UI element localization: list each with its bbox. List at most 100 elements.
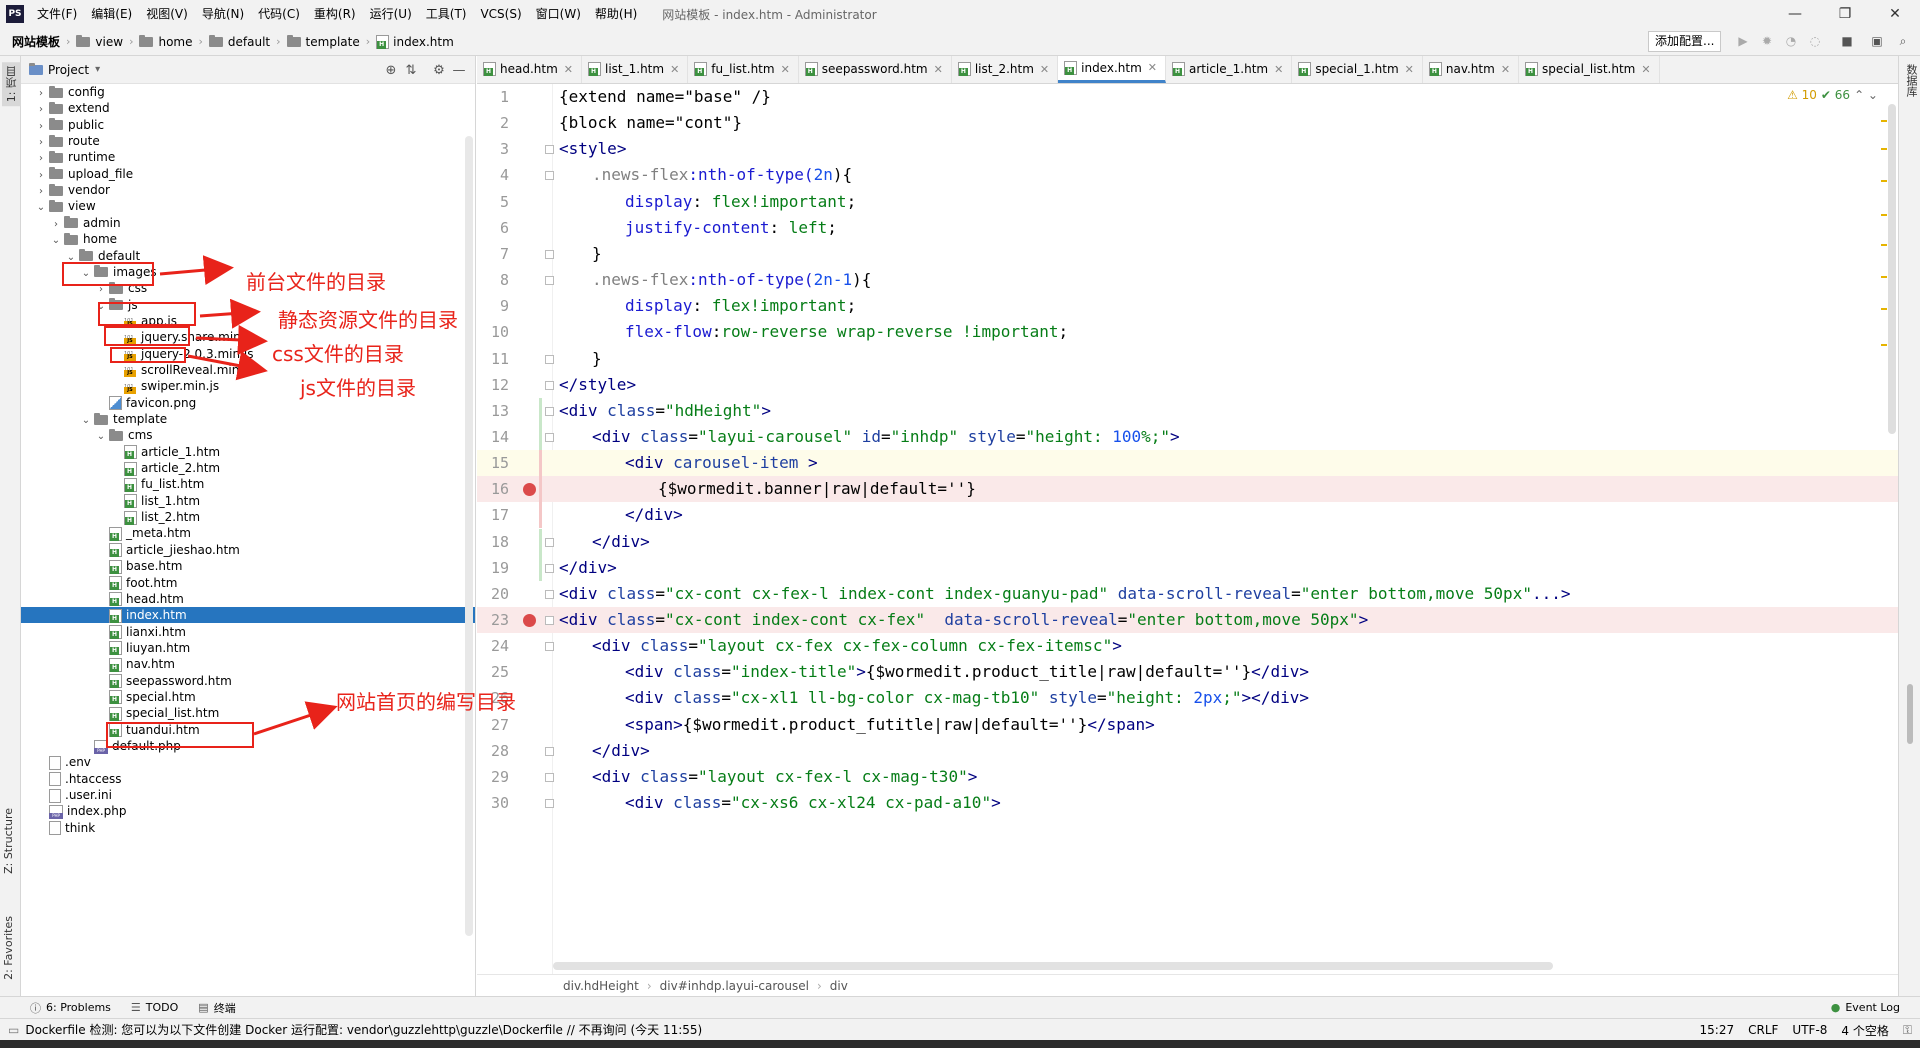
fold-icon[interactable] bbox=[545, 249, 554, 259]
editor-tab[interactable]: index.htm ✕ bbox=[1058, 56, 1166, 83]
caret-position[interactable]: 15:27 bbox=[1700, 1023, 1735, 1037]
code-breadcrumb-item[interactable]: div.hdHeight bbox=[563, 979, 639, 993]
line-number[interactable]: 17 bbox=[477, 502, 509, 528]
code-line[interactable]: 27 <span>{$wormedit.product_futitle|raw|d… bbox=[477, 712, 1898, 738]
tree-item[interactable]: ⌄ cms bbox=[21, 427, 475, 443]
close-icon[interactable]: ✕ bbox=[564, 63, 573, 76]
line-number[interactable]: 29 bbox=[477, 764, 509, 790]
code-line[interactable]: 17 </div> bbox=[477, 502, 1898, 529]
tree-item[interactable]: list_1.htm bbox=[21, 493, 475, 509]
tree-item[interactable]: head.htm bbox=[21, 591, 475, 607]
tree-item[interactable]: › css bbox=[21, 280, 475, 296]
fold-icon[interactable] bbox=[545, 171, 554, 181]
close-icon[interactable]: ✕ bbox=[1148, 61, 1157, 74]
fold-icon[interactable] bbox=[545, 746, 554, 756]
tree-item[interactable]: › runtime bbox=[21, 149, 475, 165]
editor-tab[interactable]: fu_list.htm ✕ bbox=[688, 56, 799, 83]
project-title[interactable]: Project bbox=[48, 63, 89, 77]
code-breadcrumb-item[interactable]: div#inhdp.layui-carousel bbox=[660, 979, 809, 993]
line-number[interactable]: 1 bbox=[477, 84, 509, 110]
editor-tab[interactable]: seepassword.htm ✕ bbox=[799, 56, 952, 83]
code-line[interactable]: 12 </style> bbox=[477, 372, 1898, 398]
editor-tab[interactable]: special_1.htm ✕ bbox=[1292, 56, 1423, 83]
code-line[interactable]: 28 </div> bbox=[477, 738, 1898, 764]
code-line[interactable]: 5 display: flex!important; bbox=[477, 189, 1898, 215]
close-icon[interactable]: ✕ bbox=[670, 63, 679, 76]
status-message[interactable]: ▭ Dockerfile 检测: 您可以为以下文件创建 Docker 运行配置:… bbox=[0, 1021, 702, 1038]
editor-tab[interactable]: nav.htm ✕ bbox=[1423, 56, 1520, 83]
code-line[interactable]: 3 <style> bbox=[477, 136, 1898, 162]
close-icon[interactable]: ✕ bbox=[1040, 63, 1049, 76]
line-number[interactable]: 24 bbox=[477, 633, 509, 659]
menu-item[interactable]: 代码(C) bbox=[251, 0, 307, 28]
layout-icon[interactable]: ▣ bbox=[1870, 34, 1884, 48]
tree-item[interactable]: lianxi.htm bbox=[21, 624, 475, 640]
tree-item[interactable]: › route bbox=[21, 133, 475, 149]
code-line[interactable]: 10 flex-flow:row-reverse wrap-reverse !im… bbox=[477, 319, 1898, 345]
tree-item[interactable]: fu_list.htm bbox=[21, 476, 475, 492]
gear-icon[interactable]: ⚙ bbox=[429, 63, 449, 78]
tree-item[interactable]: article_1.htm bbox=[21, 444, 475, 460]
coverage-icon[interactable]: ◔ bbox=[1784, 34, 1798, 48]
fold-icon[interactable] bbox=[545, 145, 554, 155]
code-editor[interactable]: ⚠ 10 ✔ 66 ⌃ ⌄ 1 {extend name="base" /} 2 {b… bbox=[477, 84, 1898, 974]
code-line[interactable]: 1 {extend name="base" /} bbox=[477, 84, 1898, 110]
tree-item[interactable]: jquery-2.0.3.min.js bbox=[21, 346, 475, 362]
fold-icon[interactable] bbox=[545, 537, 554, 547]
code-line[interactable]: 9 display: flex!important; bbox=[477, 293, 1898, 319]
line-number[interactable]: 15 bbox=[477, 450, 509, 476]
close-icon[interactable]: ✕ bbox=[934, 63, 943, 76]
line-number[interactable]: 5 bbox=[477, 189, 509, 215]
code-line[interactable]: 26 <div class="cx-xl1 ll-bg-color cx-mag-… bbox=[477, 685, 1898, 711]
event-log-tab[interactable]: ● Event Log bbox=[1821, 1001, 1910, 1014]
hide-icon[interactable]: — bbox=[449, 63, 469, 78]
tree-item[interactable]: foot.htm bbox=[21, 575, 475, 591]
fold-icon[interactable] bbox=[545, 799, 554, 809]
editor-tab[interactable]: list_1.htm ✕ bbox=[582, 56, 689, 83]
line-number[interactable]: 10 bbox=[477, 319, 509, 345]
line-number[interactable]: 27 bbox=[477, 712, 509, 738]
menu-item[interactable]: VCS(S) bbox=[473, 0, 528, 28]
tree-item[interactable]: liuyan.htm bbox=[21, 640, 475, 656]
fold-icon[interactable] bbox=[545, 432, 554, 442]
tree-item[interactable]: special_list.htm bbox=[21, 705, 475, 721]
horizontal-scrollbar[interactable] bbox=[553, 962, 1553, 970]
tree-item[interactable]: list_2.htm bbox=[21, 509, 475, 525]
project-tool-button[interactable]: 1: 项目 bbox=[2, 62, 22, 107]
add-configuration-button[interactable]: 添加配置... bbox=[1648, 31, 1722, 52]
tree-item[interactable]: .user.ini bbox=[21, 787, 475, 803]
code-line[interactable]: 19 </div> bbox=[477, 554, 1898, 581]
tree-item[interactable]: › extend bbox=[21, 100, 475, 116]
line-number[interactable]: 25 bbox=[477, 659, 509, 685]
tree-item[interactable]: ⌄ default bbox=[21, 248, 475, 264]
tree-item[interactable]: ⌄ template bbox=[21, 411, 475, 427]
tree-item[interactable]: › upload_file bbox=[21, 166, 475, 182]
breadcrumb-item[interactable]: view bbox=[72, 34, 127, 49]
fold-icon[interactable] bbox=[545, 589, 554, 599]
stop-icon[interactable]: ■ bbox=[1840, 34, 1854, 48]
line-number[interactable]: 19 bbox=[477, 555, 509, 581]
line-number[interactable]: 23 bbox=[477, 607, 509, 633]
close-icon[interactable]: ✕ bbox=[1501, 63, 1510, 76]
tree-item[interactable]: default.php bbox=[21, 738, 475, 754]
tree-item[interactable]: › admin bbox=[21, 215, 475, 231]
tree-item[interactable]: › vendor bbox=[21, 182, 475, 198]
tree-item[interactable]: _meta.htm bbox=[21, 525, 475, 541]
close-icon[interactable]: ✕ bbox=[1641, 63, 1650, 76]
tree-item[interactable]: ⌄ home bbox=[21, 231, 475, 247]
editor-tab[interactable]: head.htm ✕ bbox=[477, 56, 582, 83]
line-number[interactable]: 2 bbox=[477, 110, 509, 136]
tree-item[interactable]: favicon.png bbox=[21, 395, 475, 411]
code-line[interactable]: 23 <div class="cx-cont index-cont cx-fex"… bbox=[477, 607, 1898, 633]
line-number[interactable]: 6 bbox=[477, 215, 509, 241]
code-line[interactable]: 2 {block name="cont"} bbox=[477, 110, 1898, 136]
project-scrollbar[interactable] bbox=[465, 136, 473, 936]
menu-item[interactable]: 工具(T) bbox=[419, 0, 474, 28]
code-line[interactable]: 16 {$wormedit.banner|raw|default=''} bbox=[477, 476, 1898, 503]
code-line[interactable]: 18 </div> bbox=[477, 528, 1898, 555]
menu-item[interactable]: 运行(U) bbox=[363, 0, 419, 28]
line-number[interactable]: 4 bbox=[477, 162, 509, 188]
maximize-button[interactable]: ❐ bbox=[1820, 0, 1870, 28]
code-line[interactable]: 20 <div class="cx-cont cx-fex-l index-con… bbox=[477, 581, 1898, 607]
editor-tab[interactable]: list_2.htm ✕ bbox=[952, 56, 1059, 83]
